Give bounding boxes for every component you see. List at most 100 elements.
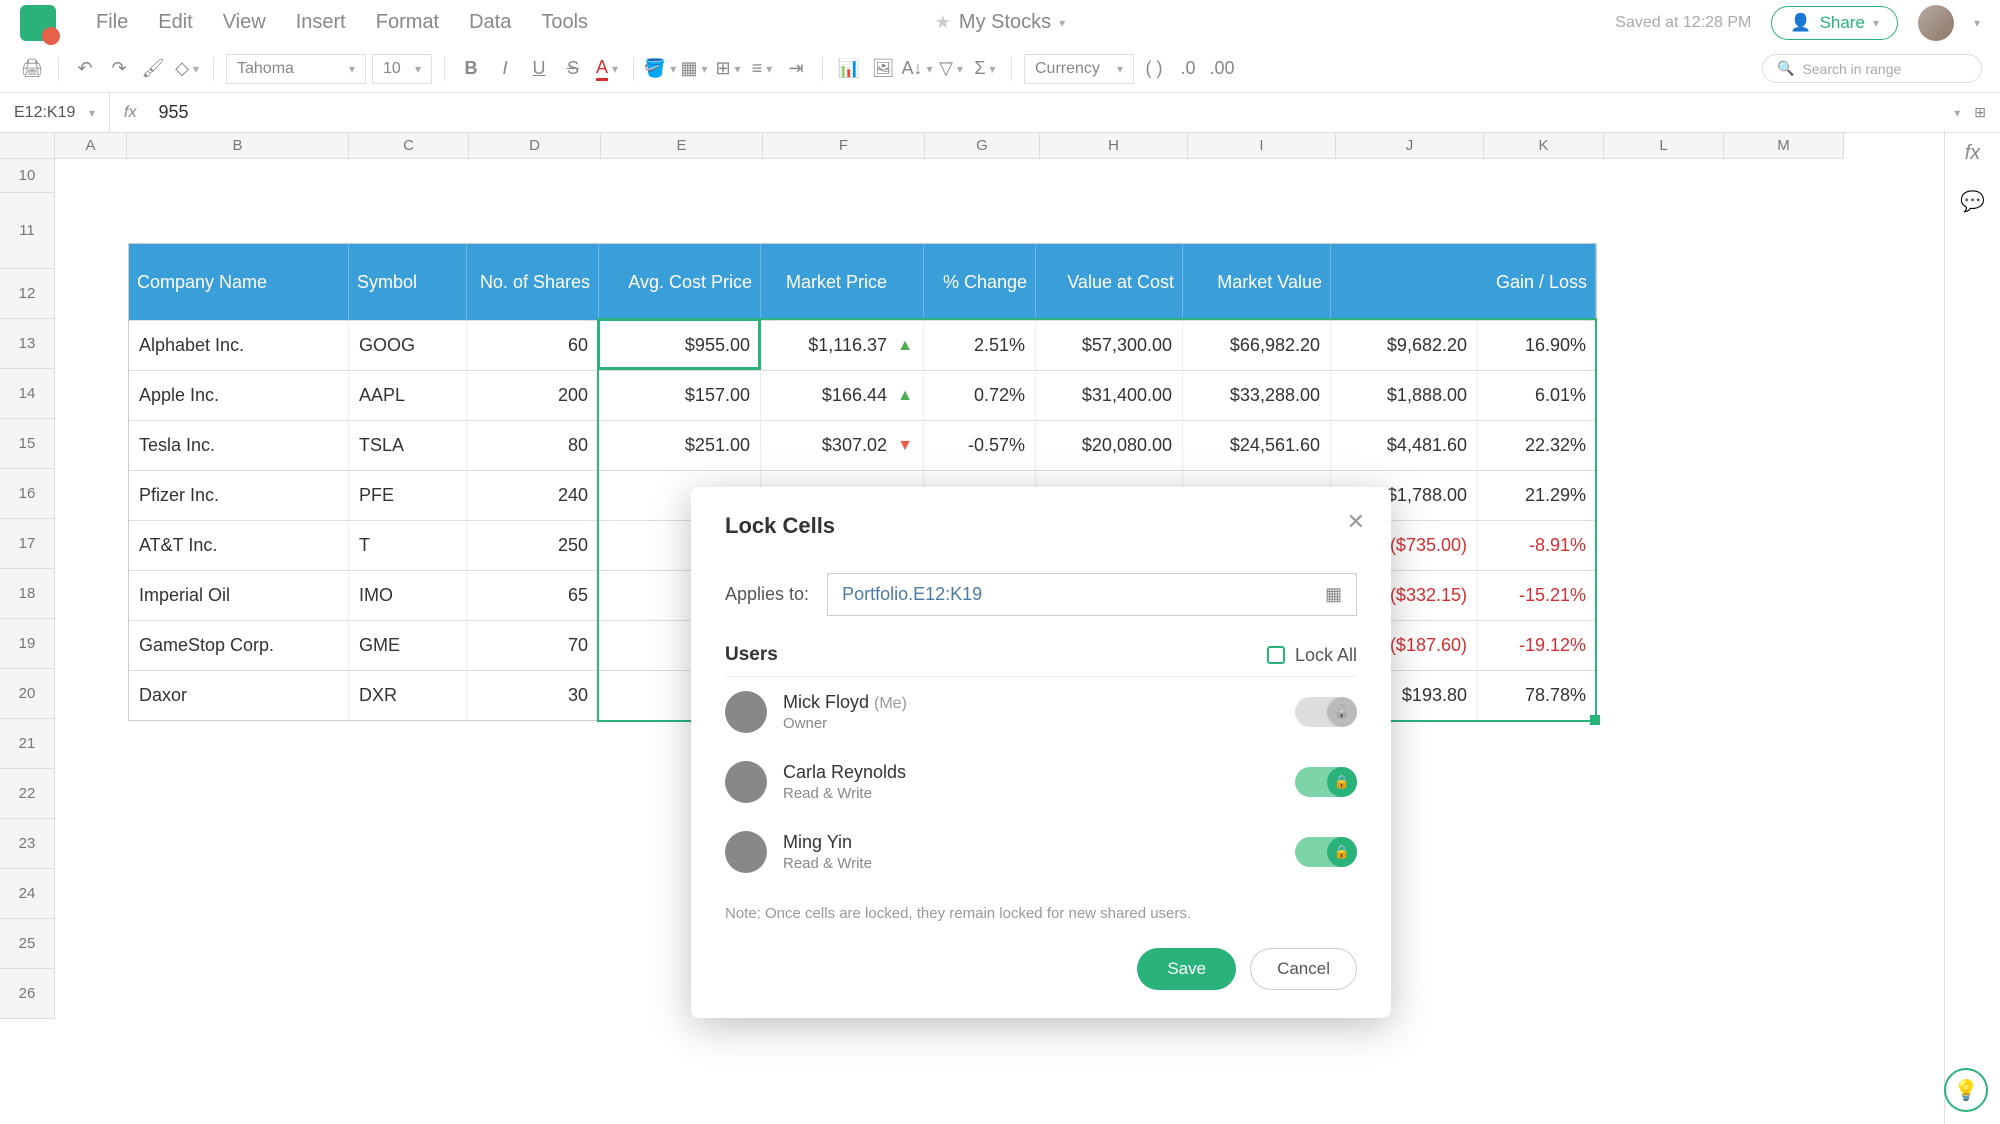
row-header[interactable]: 24 (0, 869, 55, 919)
row-header[interactable]: 15 (0, 419, 55, 469)
row-header[interactable]: 11 (0, 193, 55, 269)
cell-cost[interactable]: $157.00 (599, 371, 761, 420)
menu-view[interactable]: View (223, 11, 266, 34)
number-format-select[interactable]: Currency▾ (1024, 54, 1134, 84)
cell-cost[interactable]: $955.00 (599, 321, 761, 370)
cell-valcost[interactable]: $57,300.00 (1036, 321, 1183, 370)
cell-shares[interactable]: 80 (467, 421, 599, 470)
row-header[interactable]: 17 (0, 519, 55, 569)
cell-shares[interactable]: 70 (467, 621, 599, 670)
col-header[interactable]: F (763, 133, 925, 159)
cell-symbol[interactable]: PFE (349, 471, 467, 520)
row-header[interactable]: 14 (0, 369, 55, 419)
cell-shares[interactable]: 30 (467, 671, 599, 720)
fill-color-icon[interactable]: 🪣▾ (646, 55, 674, 83)
menu-data[interactable]: Data (469, 11, 511, 34)
col-header[interactable]: A (55, 133, 127, 159)
cell-shares[interactable]: 240 (467, 471, 599, 520)
cell-valcost[interactable]: $31,400.00 (1036, 371, 1183, 420)
cell-company[interactable]: AT&T Inc. (129, 521, 349, 570)
col-header[interactable]: C (349, 133, 469, 159)
cell-pct[interactable]: 6.01% (1478, 371, 1596, 420)
cell-shares[interactable]: 65 (467, 571, 599, 620)
cell-change[interactable]: -0.57% (924, 421, 1036, 470)
cell-gain[interactable]: $4,481.60 (1331, 421, 1478, 470)
menu-insert[interactable]: Insert (296, 11, 346, 34)
cell-symbol[interactable]: GME (349, 621, 467, 670)
redo-icon[interactable]: ↷ (105, 55, 133, 83)
row-header[interactable]: 13 (0, 319, 55, 369)
font-size-select[interactable]: 10▾ (372, 54, 432, 84)
cell-market[interactable]: $1,116.37▲ (761, 321, 924, 370)
col-header[interactable]: B (127, 133, 349, 159)
parentheses-icon[interactable]: ( ) (1140, 55, 1168, 83)
select-all-corner[interactable] (0, 133, 55, 159)
cell-mktval[interactable]: $66,982.20 (1183, 321, 1331, 370)
italic-icon[interactable]: I (491, 55, 519, 83)
cell-reference[interactable]: E12:K19▾ (0, 93, 110, 132)
row-header[interactable]: 22 (0, 769, 55, 819)
cell-market[interactable]: $166.44▲ (761, 371, 924, 420)
menu-tools[interactable]: Tools (541, 11, 588, 34)
cell-symbol[interactable]: DXR (349, 671, 467, 720)
lock-toggle[interactable] (1295, 837, 1357, 867)
strikethrough-icon[interactable]: S (559, 55, 587, 83)
cell-pct[interactable]: 21.29% (1478, 471, 1596, 520)
col-header[interactable]: K (1484, 133, 1604, 159)
cell-company[interactable]: Apple Inc. (129, 371, 349, 420)
cell-pct[interactable]: 16.90% (1478, 321, 1596, 370)
doc-title[interactable]: ★ My Stocks ▾ (935, 11, 1065, 34)
lock-toggle[interactable] (1295, 767, 1357, 797)
menu-edit[interactable]: Edit (158, 11, 192, 34)
cell-change[interactable]: 2.51% (924, 321, 1036, 370)
cell-pct[interactable]: -15.21% (1478, 571, 1596, 620)
help-button[interactable]: 💡 (1944, 1068, 1988, 1112)
cell-pct[interactable]: 22.32% (1478, 421, 1596, 470)
search-in-range[interactable]: 🔍 Search in range (1762, 54, 1982, 83)
expand-icon[interactable]: ▾ (1954, 106, 1960, 120)
row-header[interactable]: 23 (0, 819, 55, 869)
cell-company[interactable]: Alphabet Inc. (129, 321, 349, 370)
row-header[interactable]: 18 (0, 569, 55, 619)
image-icon[interactable]: 🖼 (869, 55, 897, 83)
row-header[interactable]: 16 (0, 469, 55, 519)
sort-icon[interactable]: A↓▾ (903, 55, 931, 83)
close-icon[interactable]: ✕ (1347, 509, 1365, 535)
wrap-icon[interactable]: ⇥ (782, 55, 810, 83)
paint-format-icon[interactable]: 🖌 (139, 55, 167, 83)
increase-decimal-icon[interactable]: .00 (1208, 55, 1236, 83)
undo-icon[interactable]: ↶ (71, 55, 99, 83)
row-header[interactable]: 19 (0, 619, 55, 669)
col-header[interactable]: E (601, 133, 763, 159)
cell-pct[interactable]: -8.91% (1478, 521, 1596, 570)
cell-change[interactable]: 0.72% (924, 371, 1036, 420)
cancel-button[interactable]: Cancel (1250, 948, 1357, 990)
cell-company[interactable]: Daxor (129, 671, 349, 720)
lock-toggle[interactable] (1295, 697, 1357, 727)
share-button[interactable]: 👤 Share ▾ (1771, 6, 1898, 40)
bold-icon[interactable]: B (457, 55, 485, 83)
fx-sidebar-icon[interactable]: fx (1965, 142, 1981, 165)
row-header[interactable]: 25 (0, 919, 55, 969)
cell-company[interactable]: Imperial Oil (129, 571, 349, 620)
cell-mktval[interactable]: $33,288.00 (1183, 371, 1331, 420)
user-avatar[interactable] (1918, 5, 1954, 41)
merge-icon[interactable]: ⊞▾ (714, 55, 742, 83)
print-icon[interactable]: 🖨 (18, 55, 46, 83)
row-header[interactable]: 26 (0, 969, 55, 1019)
row-header[interactable]: 10 (0, 159, 55, 193)
chevron-down-icon[interactable]: ▾ (1974, 16, 1980, 30)
cell-symbol[interactable]: T (349, 521, 467, 570)
borders-icon[interactable]: ▦▾ (680, 55, 708, 83)
cell-pct[interactable]: 78.78% (1478, 671, 1596, 720)
col-header[interactable]: H (1040, 133, 1188, 159)
table-row[interactable]: Alphabet Inc.GOOG60$955.00$1,116.37▲2.51… (129, 320, 1596, 370)
menu-file[interactable]: File (96, 11, 128, 34)
table-row[interactable]: Apple Inc.AAPL200$157.00$166.44▲0.72%$31… (129, 370, 1596, 420)
col-header[interactable]: L (1604, 133, 1724, 159)
formula-input[interactable]: 955 (150, 102, 188, 123)
comments-sidebar-icon[interactable]: 💬 (1960, 189, 1985, 214)
align-icon[interactable]: ≡▾ (748, 55, 776, 83)
text-color-icon[interactable]: A▾ (593, 55, 621, 83)
cell-company[interactable]: Tesla Inc. (129, 421, 349, 470)
